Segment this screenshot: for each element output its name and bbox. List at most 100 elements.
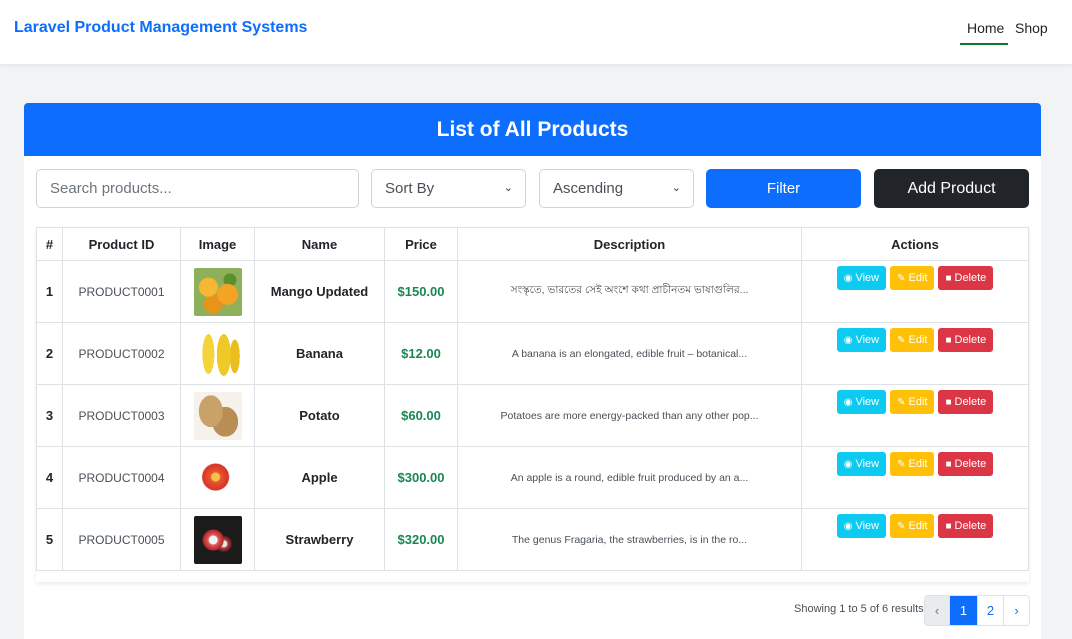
nav-shop-link[interactable]: Shop xyxy=(1015,20,1048,36)
product-id: PRODUCT0001 xyxy=(62,260,181,323)
eye-icon: ◉ xyxy=(843,521,853,532)
delete-button[interactable]: ■ Delete xyxy=(938,328,994,352)
row-actions: ◉ View ✎ Edit ■ Delete xyxy=(801,384,1029,447)
trash-icon: ■ xyxy=(945,397,952,408)
delete-label: Delete xyxy=(954,396,987,408)
next-page-button[interactable]: › xyxy=(1003,596,1029,625)
filter-button[interactable]: Filter xyxy=(706,169,861,208)
col-header-num: # xyxy=(36,227,63,261)
edit-button[interactable]: ✎ Edit xyxy=(890,390,935,414)
product-image-cell xyxy=(180,508,255,571)
trash-icon: ■ xyxy=(945,459,952,470)
col-header-id: Product ID xyxy=(62,227,181,261)
edit-label: Edit xyxy=(908,396,928,408)
trash-icon: ■ xyxy=(945,521,952,532)
delete-button[interactable]: ■ Delete xyxy=(938,390,994,414)
nav-home-link[interactable]: Home xyxy=(967,20,1004,36)
chevron-down-icon: ⌄ xyxy=(671,182,681,194)
product-price: $300.00 xyxy=(384,446,458,509)
table-row: 5 PRODUCT0005 Strawberry $320.00 The gen… xyxy=(36,508,1029,571)
edit-button[interactable]: ✎ Edit xyxy=(890,514,935,538)
view-label: View xyxy=(855,458,880,470)
product-image-cell xyxy=(180,446,255,509)
sort-by-select[interactable]: Sort By ⌄ xyxy=(371,169,526,208)
col-header-image: Image xyxy=(180,227,255,261)
product-price: $60.00 xyxy=(384,384,458,447)
order-select[interactable]: Ascending ⌄ xyxy=(539,169,694,208)
product-image-cell xyxy=(180,260,255,323)
page-1-button[interactable]: 1 xyxy=(949,596,977,625)
view-label: View xyxy=(855,272,880,284)
table-row: 4 PRODUCT0004 Apple $300.00 An apple is … xyxy=(36,446,1029,509)
delete-label: Delete xyxy=(954,458,987,470)
banana-image xyxy=(193,329,242,378)
product-name: Mango Updated xyxy=(254,260,385,323)
product-description: An apple is a round, edible fruit produc… xyxy=(457,446,802,509)
col-header-description: Description xyxy=(457,227,802,261)
view-label: View xyxy=(855,396,880,408)
trash-icon: ■ xyxy=(945,273,952,284)
delete-label: Delete xyxy=(954,272,987,284)
row-number: 3 xyxy=(36,384,63,447)
search-input[interactable] xyxy=(36,169,359,208)
view-label: View xyxy=(855,334,880,346)
edit-button[interactable]: ✎ Edit xyxy=(890,328,935,352)
col-header-actions: Actions xyxy=(801,227,1029,261)
description-text: সংস্কৃতে, ভারতের সেই অংশে কথা প্রাচীনতম … xyxy=(510,284,749,296)
edit-label: Edit xyxy=(908,458,928,470)
row-actions: ◉ View ✎ Edit ■ Delete xyxy=(801,446,1029,509)
product-description: সংস্কৃতে, ভারতের সেই অংশে কথা প্রাচীনতম … xyxy=(457,260,802,323)
page-2-button[interactable]: 2 xyxy=(977,596,1003,625)
edit-button[interactable]: ✎ Edit xyxy=(890,452,935,476)
card-title: List of All Products xyxy=(24,103,1041,156)
eye-icon: ◉ xyxy=(843,335,853,346)
edit-icon: ✎ xyxy=(897,335,906,346)
row-actions: ◉ View ✎ Edit ■ Delete xyxy=(801,322,1029,385)
product-price: $150.00 xyxy=(384,260,458,323)
eye-icon: ◉ xyxy=(843,273,853,284)
edit-icon: ✎ xyxy=(897,397,906,408)
add-product-button[interactable]: Add Product xyxy=(874,169,1029,208)
product-image-cell xyxy=(180,322,255,385)
product-price: $12.00 xyxy=(384,322,458,385)
view-button[interactable]: ◉ View xyxy=(836,266,887,290)
products-card: List of All Products Sort By ⌄ Ascending… xyxy=(24,103,1041,639)
view-button[interactable]: ◉ View xyxy=(836,390,887,414)
product-description: A banana is an elongated, edible fruit –… xyxy=(457,322,802,385)
product-description: The genus Fragaria, the strawberries, is… xyxy=(457,508,802,571)
products-table: # Product ID Image Name Price Descriptio… xyxy=(36,227,1029,571)
delete-button[interactable]: ■ Delete xyxy=(938,266,994,290)
edit-icon: ✎ xyxy=(897,521,906,532)
pagination: ‹ 1 2 › xyxy=(924,595,1030,626)
table-row: 3 PRODUCT0003 Potato $60.00 Potatoes are… xyxy=(36,384,1029,447)
row-number: 2 xyxy=(36,322,63,385)
edit-label: Edit xyxy=(908,520,928,532)
product-id: PRODUCT0005 xyxy=(62,508,181,571)
row-actions: ◉ View ✎ Edit ■ Delete xyxy=(801,508,1029,571)
view-button[interactable]: ◉ View xyxy=(836,328,887,352)
product-name: Apple xyxy=(254,446,385,509)
delete-label: Delete xyxy=(954,334,987,346)
trash-icon: ■ xyxy=(945,335,952,346)
order-value: Ascending xyxy=(553,180,624,197)
row-number: 1 xyxy=(36,260,63,323)
table-row: 1 PRODUCT0001 Mango Updated $150.00 সংস্… xyxy=(36,260,1029,323)
sort-by-value: Sort By xyxy=(385,180,435,197)
view-button[interactable]: ◉ View xyxy=(836,452,887,476)
chevron-down-icon: ⌄ xyxy=(503,182,513,194)
delete-button[interactable]: ■ Delete xyxy=(938,514,994,538)
table-header-row: # Product ID Image Name Price Descriptio… xyxy=(36,227,1029,261)
eye-icon: ◉ xyxy=(843,397,853,408)
delete-button[interactable]: ■ Delete xyxy=(938,452,994,476)
pagination-summary: Showing 1 to 5 of 6 results xyxy=(794,603,924,615)
edit-button[interactable]: ✎ Edit xyxy=(890,266,935,290)
prev-page-button[interactable]: ‹ xyxy=(925,596,949,625)
product-image-cell xyxy=(180,384,255,447)
eye-icon: ◉ xyxy=(843,459,853,470)
apple-image xyxy=(193,453,242,502)
brand-logo[interactable]: Laravel Product Management Systems xyxy=(14,19,307,37)
product-description: Potatoes are more energy-packed than any… xyxy=(457,384,802,447)
col-header-price: Price xyxy=(384,227,458,261)
view-button[interactable]: ◉ View xyxy=(836,514,887,538)
description-text: The genus Fragaria, the strawberries, is… xyxy=(511,533,748,546)
